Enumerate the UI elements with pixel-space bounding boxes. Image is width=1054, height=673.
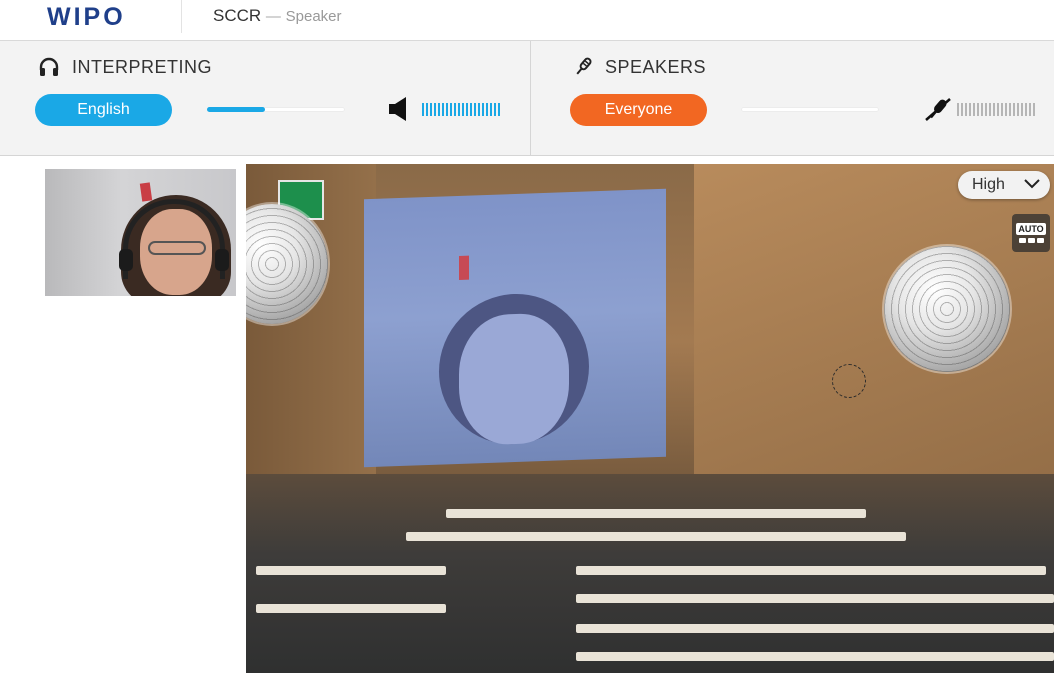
desk-row: [446, 509, 866, 518]
meter-bar: [1021, 103, 1023, 116]
meter-bar: [454, 103, 456, 116]
meter-bar: [985, 103, 987, 116]
meter-bar: [438, 103, 440, 116]
auto-label: AUTO: [1016, 223, 1046, 235]
wipo-logo[interactable]: WIPO: [47, 3, 126, 32]
meter-bar: [434, 103, 436, 116]
camera-grid-icon: [1018, 238, 1044, 243]
desk-row: [406, 532, 906, 541]
meter-bar: [969, 103, 971, 116]
speakers-header: SPEAKERS: [573, 56, 706, 78]
interpreting-volume-slider[interactable]: [207, 107, 345, 112]
view-name: Speaker: [285, 8, 342, 25]
desk-row: [256, 566, 446, 575]
meter-bar: [1009, 103, 1011, 116]
meter-bar: [450, 103, 452, 116]
meter-bar: [486, 103, 488, 116]
screen-speaker-face: [459, 312, 569, 446]
wall-clock-icon: [832, 364, 866, 398]
desk-row: [256, 604, 446, 613]
headset-cup-left: [119, 249, 133, 271]
speaker-icon[interactable]: [388, 96, 410, 127]
meter-bar: [1025, 103, 1027, 116]
meter-bar: [1017, 103, 1019, 116]
interpreting-volume-fill: [207, 107, 265, 112]
speakers-audio-meter: [957, 103, 1035, 116]
headphones-icon: [38, 56, 60, 78]
main-video-player[interactable]: High AUTO: [246, 164, 1054, 673]
meter-bar: [482, 103, 484, 116]
thumbnail-background-flag: [139, 182, 153, 202]
video-quality-select[interactable]: High: [958, 171, 1050, 199]
desk-row: [576, 624, 1054, 633]
desk-row: [576, 566, 1046, 575]
meter-bar: [989, 103, 991, 116]
meter-bar: [478, 103, 480, 116]
page-title: SCCR — Speaker: [213, 6, 342, 26]
desk-row: [576, 594, 1054, 603]
meter-bar: [1001, 103, 1003, 116]
speakers-panel: SPEAKERS Everyone: [531, 41, 1054, 155]
meter-bar: [442, 103, 444, 116]
audio-controls-bar: INTERPRETING English SPEAKERS Everyone: [0, 41, 1054, 156]
meter-bar: [494, 103, 496, 116]
meeting-name: SCCR: [213, 6, 262, 25]
auto-camera-button[interactable]: AUTO: [1012, 214, 1050, 252]
light-sphere-right: [884, 246, 1010, 372]
header-divider: [181, 0, 182, 33]
interpreting-header: INTERPRETING: [38, 56, 212, 78]
microphone-icon: [573, 56, 593, 78]
app-header: WIPO SCCR — Speaker: [0, 0, 1054, 41]
interpreting-audio-meter: [422, 103, 500, 116]
meter-bar: [1029, 103, 1031, 116]
meter-bar: [462, 103, 464, 116]
meter-bar: [1005, 103, 1007, 116]
projection-screen: [364, 188, 666, 468]
meter-bar: [997, 103, 999, 116]
meter-bar: [490, 103, 492, 116]
interpreting-label: INTERPRETING: [72, 56, 213, 77]
meter-bar: [961, 103, 963, 116]
title-separator: —: [265, 8, 281, 25]
interpreting-panel: INTERPRETING English: [0, 41, 531, 155]
meter-bar: [977, 103, 979, 116]
meter-bar: [426, 103, 428, 116]
microphone-muted-icon[interactable]: [924, 96, 952, 127]
desk-row: [576, 652, 1054, 661]
meter-bar: [470, 103, 472, 116]
meter-bar: [957, 103, 959, 116]
chevron-down-icon: [1024, 176, 1040, 194]
video-quality-value: High: [972, 176, 1005, 193]
meter-bar: [965, 103, 967, 116]
speaker-thumbnail[interactable]: [45, 169, 236, 296]
meter-bar: [466, 103, 468, 116]
meter-bar: [1033, 103, 1035, 116]
meter-bar: [446, 103, 448, 116]
meter-bar: [973, 103, 975, 116]
meter-bar: [474, 103, 476, 116]
meter-bar: [430, 103, 432, 116]
meter-bar: [498, 103, 500, 116]
speaker-filter-button[interactable]: Everyone: [570, 94, 707, 126]
speakers-volume-slider[interactable]: [741, 107, 879, 112]
meter-bar: [422, 103, 424, 116]
language-select-button[interactable]: English: [35, 94, 172, 126]
meter-bar: [993, 103, 995, 116]
screen-flag: [459, 255, 469, 280]
meter-bar: [981, 103, 983, 116]
audience-seating: [246, 474, 1054, 673]
headset-cup-right: [215, 249, 229, 271]
meter-bar: [458, 103, 460, 116]
speakers-label: SPEAKERS: [605, 56, 707, 77]
meter-bar: [1013, 103, 1015, 116]
